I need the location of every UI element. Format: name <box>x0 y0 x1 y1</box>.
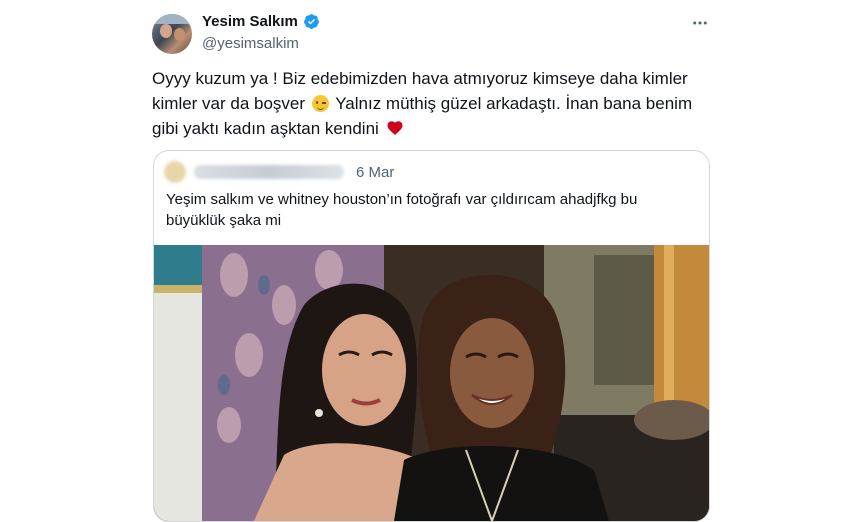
quoted-tweet[interactable]: 6 Mar Yeşim salkım ve whitney houston’ın… <box>153 150 710 522</box>
quoted-tweet-date[interactable]: 6 Mar <box>356 164 394 181</box>
avatar-face-right <box>174 28 185 41</box>
photo-illustration <box>154 245 709 521</box>
verified-badge-icon <box>303 13 320 30</box>
quoted-tweet-header: 6 Mar <box>164 161 394 183</box>
quoted-tweet-text: Yeşim salkım ve whitney houston’ın fotoğ… <box>166 191 638 229</box>
quoted-author-name-blurred <box>194 165 344 179</box>
tweet-card: Yesim Salkım @yesimsalkim Oyyy kuzum ya … <box>0 0 860 522</box>
more-options-icon[interactable] <box>684 10 716 36</box>
avatar-face-left <box>160 24 172 38</box>
winking-face-emoji <box>311 95 329 112</box>
quoted-tweet-photo[interactable] <box>154 245 709 521</box>
avatar-background <box>152 14 192 24</box>
tweet-text: Oyyy kuzum ya ! Biz edebimizden hava atm… <box>152 66 712 144</box>
quoted-author-avatar-blurred <box>164 161 186 183</box>
red-heart-emoji <box>386 119 404 144</box>
author-display-name[interactable]: Yesim Salkım <box>202 13 298 30</box>
author-name-row: Yesim Salkım <box>202 13 320 30</box>
author-handle[interactable]: @yesimsalkim <box>202 35 299 52</box>
author-avatar[interactable] <box>152 14 192 54</box>
